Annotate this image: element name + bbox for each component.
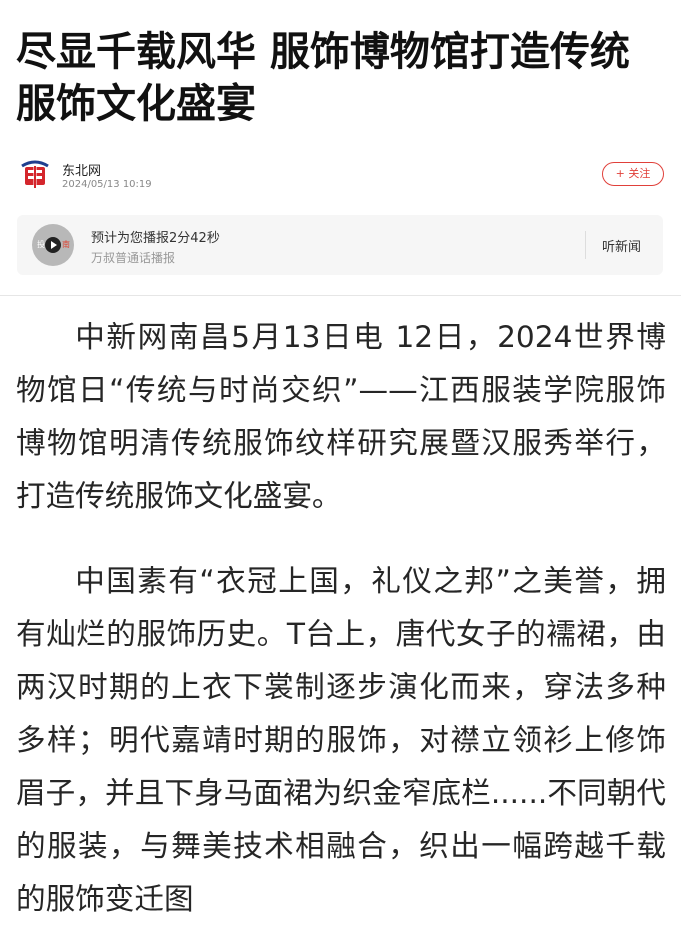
dongbei-logo-icon[interactable] [16,156,54,194]
article-paragraph: 中国素有“衣冠上国，礼仪之邦”之美誉，拥有灿烂的服饰历史。T台上，唐代女子的襦裙… [16,564,666,916]
audio-player-card[interactable]: 投 南 预计为您播报2分42秒 万叔普通话播报 听新闻 [17,215,663,275]
thumbnail-right-text: 南 [62,240,70,249]
follow-button[interactable]: + 关注 [602,162,664,186]
listen-news-link[interactable]: 听新闻 [602,236,641,255]
play-icon[interactable] [51,241,57,249]
section-divider [0,295,681,296]
article-paragraph: 中新网南昌5月13日电 12日，2024世界博物馆日“传统与时尚交织”——江西服… [16,320,666,513]
article-page: 尽显千载风华 服饰博物馆打造传统服饰文化盛宴 东北网 2024/05/13 10… [0,0,681,933]
source-name[interactable]: 东北网 [62,160,101,179]
audio-divider [585,231,586,259]
audio-narrator-text: 万叔普通话播报 [91,251,176,265]
audio-duration-text: 预计为您播报2分42秒 [91,231,220,246]
thumbnail-left-text: 投 [37,240,45,249]
publish-time: 2024/05/13 10:19 [62,179,152,190]
article-headline: 尽显千载风华 服饰博物馆打造传统服饰文化盛宴 [16,29,630,127]
source-row: 东北网 2024/05/13 10:19 + 关注 [16,154,664,194]
audio-thumbnail[interactable]: 投 南 [32,224,74,266]
